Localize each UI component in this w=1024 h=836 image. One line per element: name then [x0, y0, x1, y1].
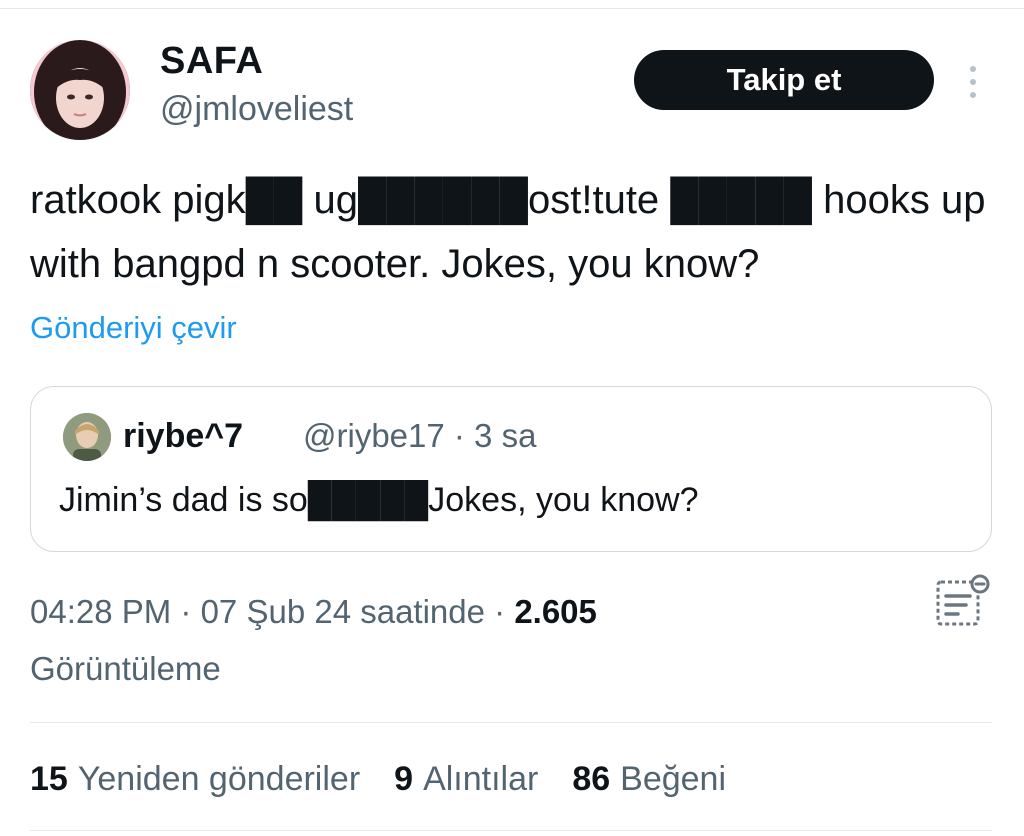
- more-vertical-icon[interactable]: [955, 62, 991, 102]
- quoted-post-text: Jimin’s dad is so█████Jokes, you know?: [59, 481, 699, 519]
- top-divider: [0, 8, 1024, 9]
- quoted-post-card[interactable]: riybe^7 @riybe17 · 3 sa Jimin’s dad is s…: [30, 386, 992, 552]
- likes-count: 86: [572, 760, 611, 798]
- more-dot: [970, 79, 976, 85]
- reposts-stat[interactable]: 15 Yeniden gönderiler: [30, 760, 360, 799]
- likes-stat[interactable]: 86 Beğeni: [572, 760, 726, 799]
- quoted-author-name: riybe^7: [123, 417, 244, 455]
- reposts-count: 15: [30, 760, 68, 798]
- stats-top-divider: [30, 722, 992, 723]
- reposts-label: Yeniden gönderiler: [77, 760, 361, 798]
- views-count: 2.605: [514, 593, 597, 630]
- views-label: Görüntüleme: [30, 650, 221, 687]
- quotes-count: 9: [394, 760, 414, 798]
- post-time: 04:28 PM · 07 Şub 24 saatinde ·: [30, 593, 515, 630]
- quotes-stat[interactable]: 9 Alıntılar: [394, 760, 538, 799]
- tweet-text: ratkook pigk██ ug██████ost!tute █████ ho…: [30, 178, 986, 286]
- likes-label: Beğeni: [620, 760, 727, 798]
- post-timestamp[interactable]: 04:28 PM · 07 Şub 24 saatinde · 2.605: [30, 593, 597, 631]
- quotes-label: Alıntılar: [423, 760, 539, 798]
- author-avatar[interactable]: [30, 40, 130, 140]
- translate-post-link[interactable]: Gönderiyi çevir: [30, 310, 237, 346]
- more-dot: [970, 92, 976, 98]
- quoted-author-avatar: [63, 413, 111, 461]
- avatar-image: [30, 40, 130, 140]
- quoted-avatar-image: [63, 413, 111, 461]
- quoted-author-meta: @riybe17 · 3 sa: [303, 417, 537, 454]
- author-handle[interactable]: @jmloveliest: [160, 90, 353, 129]
- engagement-stats: 15 Yeniden gönderiler 9 Alıntılar 86 Beğeni: [30, 760, 760, 799]
- follow-button[interactable]: Takip et: [634, 50, 934, 110]
- post-analytics-icon[interactable]: [932, 574, 992, 630]
- stats-bottom-divider: [30, 830, 992, 831]
- more-dot: [970, 66, 976, 72]
- author-display-name[interactable]: SAFA: [160, 40, 263, 83]
